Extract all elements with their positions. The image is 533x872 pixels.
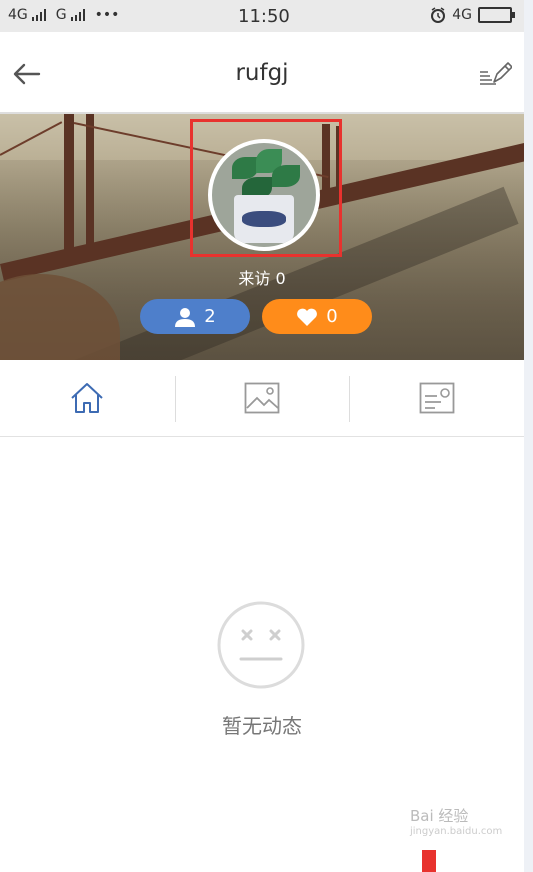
signal-bars-icon xyxy=(31,9,46,21)
red-marker xyxy=(422,850,436,872)
watermark-url: jingyan.baidu.com xyxy=(410,826,503,837)
profile-card-icon xyxy=(419,382,455,414)
clock: 11:50 xyxy=(238,6,290,27)
visits-count: 0 xyxy=(275,269,286,288)
content-tabs xyxy=(0,360,524,437)
likes-button[interactable]: 0 xyxy=(262,299,372,334)
heart-icon xyxy=(297,308,318,326)
alarm-icon xyxy=(431,7,446,23)
avatar-highlight-box xyxy=(190,119,342,257)
status-right: 4G xyxy=(430,7,515,23)
home-icon xyxy=(71,383,103,413)
tab-home[interactable] xyxy=(0,360,174,436)
image-icon xyxy=(244,382,280,414)
signal-group: 4G G ••• xyxy=(8,7,119,23)
watermark-brand: Bai 经验 xyxy=(410,807,469,825)
person-icon xyxy=(175,307,196,327)
empty-state-text: 暂无动态 xyxy=(222,714,302,738)
network-label: 4G xyxy=(452,7,472,23)
bridge-cable xyxy=(0,121,63,156)
bridge-tower-left xyxy=(64,114,74,264)
followers-button[interactable]: 2 xyxy=(140,299,250,334)
tab-photos[interactable] xyxy=(175,360,349,436)
battery-icon xyxy=(478,7,515,23)
tab-profile[interactable] xyxy=(350,360,524,436)
page-title: rufgj xyxy=(235,60,289,86)
bridge-tower-left-2 xyxy=(86,114,94,254)
visits-label: 来访 xyxy=(238,269,271,288)
visits-counter: 来访 0 xyxy=(0,265,524,289)
top-bar: rufgj xyxy=(0,32,524,114)
followers-count: 2 xyxy=(204,306,216,327)
edit-pen-icon[interactable] xyxy=(478,60,512,88)
phone-screen: 4G G ••• 11:50 4G rufgj 来访 0 2 0 暂无动态 Ba… xyxy=(0,0,524,872)
likes-count: 0 xyxy=(326,306,338,327)
network-label: 4G xyxy=(8,7,28,23)
status-bar: 4G G ••• 11:50 4G xyxy=(0,0,524,32)
neutral-face-icon xyxy=(217,601,305,689)
more-dots: ••• xyxy=(94,7,120,23)
signal-bars-icon xyxy=(70,9,85,21)
watermark: Bai 经验 jingyan.baidu.com xyxy=(410,808,502,840)
network-label: G xyxy=(55,7,67,23)
